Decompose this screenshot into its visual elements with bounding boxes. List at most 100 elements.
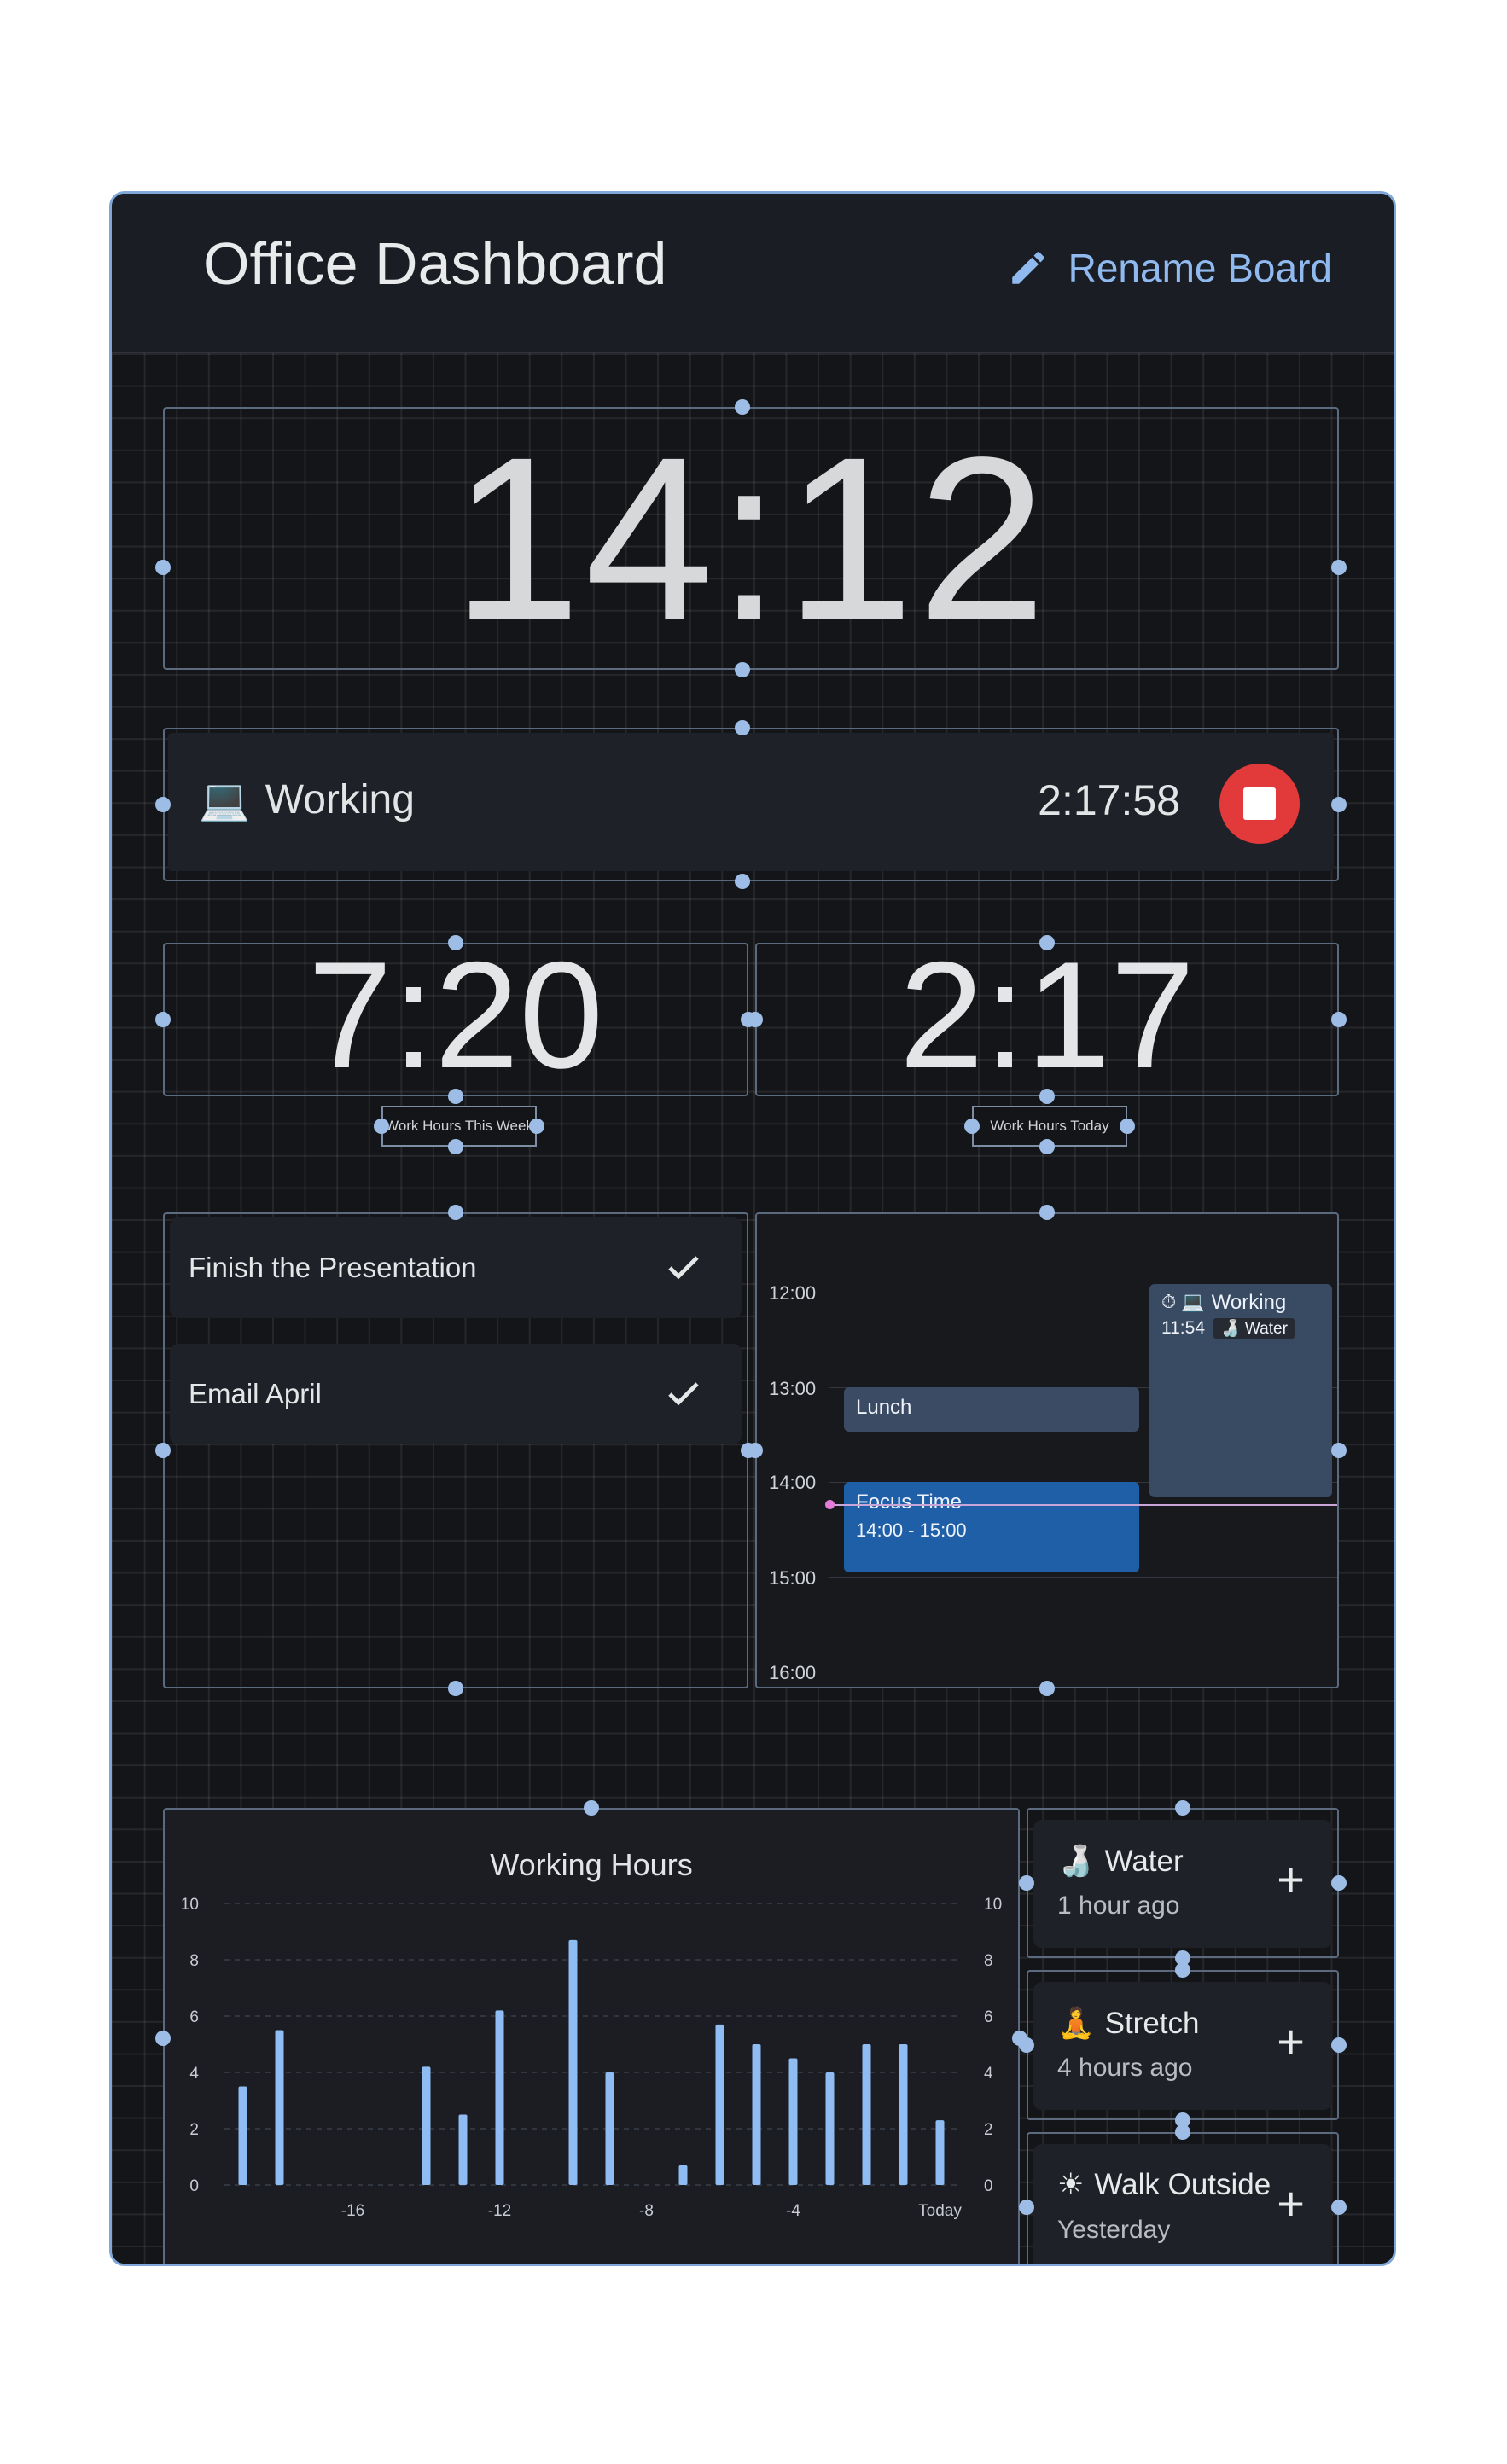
task-item[interactable]: Email April bbox=[170, 1344, 742, 1444]
resize-handle[interactable] bbox=[155, 797, 171, 812]
habit-name: Stretch bbox=[1104, 2006, 1200, 2040]
resize-handle[interactable] bbox=[155, 560, 171, 575]
y-tick-label-left: 2 bbox=[189, 2121, 199, 2139]
resize-handle[interactable] bbox=[1039, 1139, 1055, 1154]
bar bbox=[275, 2030, 284, 2185]
checkmark-icon[interactable] bbox=[663, 1373, 704, 1414]
calendar-widget: 12:00 13:00 14:00 15:00 16:00 Lunch Focu… bbox=[755, 1212, 1339, 1688]
x-tick-label: -4 bbox=[786, 2202, 800, 2220]
habit-card[interactable]: 🧘 Stretch 4 hours ago + bbox=[1033, 1982, 1332, 2110]
add-habit-button[interactable]: + bbox=[1277, 1856, 1305, 1903]
hour-label: 16:00 bbox=[769, 1662, 817, 1683]
working-hours-chart-widget: Working Hours 0 0 2 2 4 4 6 6 8 8 10 10 -16 -12 -8 -4 To… bbox=[163, 1808, 1020, 2264]
resize-handle[interactable] bbox=[155, 1443, 171, 1458]
resize-handle[interactable] bbox=[155, 1012, 171, 1027]
tasks-widget: Finish the Presentation Email April bbox=[163, 1212, 748, 1688]
resize-handle[interactable] bbox=[448, 1089, 463, 1104]
bar bbox=[935, 2120, 945, 2185]
lunch-event[interactable]: Lunch bbox=[844, 1387, 1139, 1432]
resize-handle[interactable] bbox=[1175, 1800, 1190, 1816]
resize-handle[interactable] bbox=[735, 720, 750, 735]
current-time-dot bbox=[825, 1500, 835, 1509]
bar bbox=[752, 2044, 761, 2185]
resize-handle[interactable] bbox=[1039, 1089, 1055, 1104]
week-hours-value: 7:20 bbox=[307, 930, 604, 1100]
y-tick-label-left: 6 bbox=[189, 2008, 199, 2026]
resize-handle[interactable] bbox=[748, 1443, 763, 1458]
resize-handle[interactable] bbox=[448, 935, 463, 950]
resize-handle[interactable] bbox=[1019, 1875, 1034, 1891]
y-tick-label-left: 8 bbox=[189, 1952, 199, 1970]
habit-widget-water: 🍶 Water 1 hour ago + bbox=[1027, 1808, 1339, 1958]
habit-widget-walk: ☀ Walk Outside Yesterday + bbox=[1027, 2132, 1339, 2264]
bar bbox=[458, 2114, 468, 2185]
resize-handle[interactable] bbox=[1331, 1012, 1347, 1027]
clock-widget[interactable]: 14:12 bbox=[163, 407, 1339, 670]
hour-label: 15:00 bbox=[769, 1567, 817, 1589]
bar bbox=[495, 2010, 504, 2185]
rename-board-button[interactable]: Rename Board bbox=[1007, 245, 1332, 291]
y-tick-label-right: 10 bbox=[984, 1896, 1002, 1914]
hour-label: 13:00 bbox=[769, 1378, 817, 1399]
task-item[interactable]: Finish the Presentation bbox=[170, 1217, 742, 1318]
bar bbox=[422, 2066, 431, 2185]
add-habit-button[interactable]: + bbox=[1277, 2018, 1305, 2066]
today-hours-value: 2:17 bbox=[899, 930, 1196, 1100]
resize-handle[interactable] bbox=[1039, 935, 1055, 950]
resize-handle[interactable] bbox=[155, 2031, 171, 2046]
resize-handle[interactable] bbox=[1331, 2037, 1347, 2053]
resize-handle[interactable] bbox=[1331, 797, 1347, 812]
resize-handle[interactable] bbox=[584, 1800, 599, 1816]
stat-widget-today[interactable]: 2:17 bbox=[755, 935, 1339, 1096]
resize-handle[interactable] bbox=[1331, 1443, 1347, 1458]
x-tick-label: -16 bbox=[341, 2202, 364, 2220]
stop-timer-button[interactable] bbox=[1219, 764, 1300, 844]
bar bbox=[605, 2072, 614, 2185]
resize-handle[interactable] bbox=[1331, 2200, 1347, 2215]
resize-handle[interactable] bbox=[1039, 1681, 1055, 1696]
add-habit-button[interactable]: + bbox=[1277, 2180, 1305, 2228]
habit-name: Water bbox=[1104, 1844, 1184, 1878]
resize-handle[interactable] bbox=[448, 1139, 463, 1154]
pencil-icon bbox=[1011, 252, 1044, 284]
resize-handle[interactable] bbox=[748, 1012, 763, 1027]
task-title: Email April bbox=[189, 1378, 322, 1409]
checkmark-icon[interactable] bbox=[663, 1247, 704, 1287]
x-tick-label: -8 bbox=[639, 2202, 654, 2220]
water-chip[interactable]: 🍶 Water bbox=[1213, 1318, 1295, 1339]
habit-card[interactable]: ☀ Walk Outside Yesterday + bbox=[1033, 2144, 1332, 2264]
focus-time-event[interactable]: Focus Time 14:00 - 15:00 bbox=[844, 1482, 1139, 1572]
event-time-range: 14:00 - 15:00 bbox=[856, 1520, 967, 1541]
resize-handle[interactable] bbox=[529, 1119, 544, 1134]
resize-handle[interactable] bbox=[1175, 1962, 1190, 1978]
habit-card[interactable]: 🍶 Water 1 hour ago + bbox=[1033, 1820, 1332, 1948]
y-tick-label-left: 0 bbox=[189, 2177, 199, 2195]
resize-handle[interactable] bbox=[374, 1119, 389, 1134]
hour-line bbox=[829, 1577, 1337, 1578]
working-event[interactable]: ⏱ 💻 Working 11:54 🍶 Water bbox=[1149, 1284, 1332, 1497]
task-title: Finish the Presentation bbox=[189, 1252, 477, 1283]
resize-handle[interactable] bbox=[964, 1119, 980, 1134]
timer-widget[interactable]: 💻 Working 2:17:58 bbox=[163, 728, 1339, 881]
stopwatch-laptop-icon: ⏱ 💻 bbox=[1161, 1291, 1205, 1312]
bar bbox=[825, 2072, 835, 2185]
resize-handle[interactable] bbox=[1039, 1205, 1055, 1220]
x-tick-label: Today bbox=[918, 2202, 962, 2220]
resize-handle[interactable] bbox=[735, 399, 750, 415]
x-tick-label: -12 bbox=[488, 2202, 511, 2220]
resize-handle[interactable] bbox=[448, 1205, 463, 1220]
stop-icon bbox=[1243, 787, 1276, 820]
hour-label: 12:00 bbox=[769, 1282, 817, 1304]
stat-widget-week[interactable]: 7:20 bbox=[163, 935, 748, 1096]
bar bbox=[788, 2058, 798, 2185]
resize-handle[interactable] bbox=[1120, 1119, 1135, 1134]
resize-handle[interactable] bbox=[1019, 2200, 1034, 2215]
resize-handle[interactable] bbox=[735, 662, 750, 677]
resize-handle[interactable] bbox=[1019, 2037, 1034, 2053]
resize-handle[interactable] bbox=[735, 874, 750, 889]
resize-handle[interactable] bbox=[1331, 560, 1347, 575]
board-header: Office Dashboard Rename Board bbox=[112, 194, 1394, 353]
resize-handle[interactable] bbox=[1331, 1875, 1347, 1891]
resize-handle[interactable] bbox=[1175, 2124, 1190, 2140]
resize-handle[interactable] bbox=[448, 1681, 463, 1696]
